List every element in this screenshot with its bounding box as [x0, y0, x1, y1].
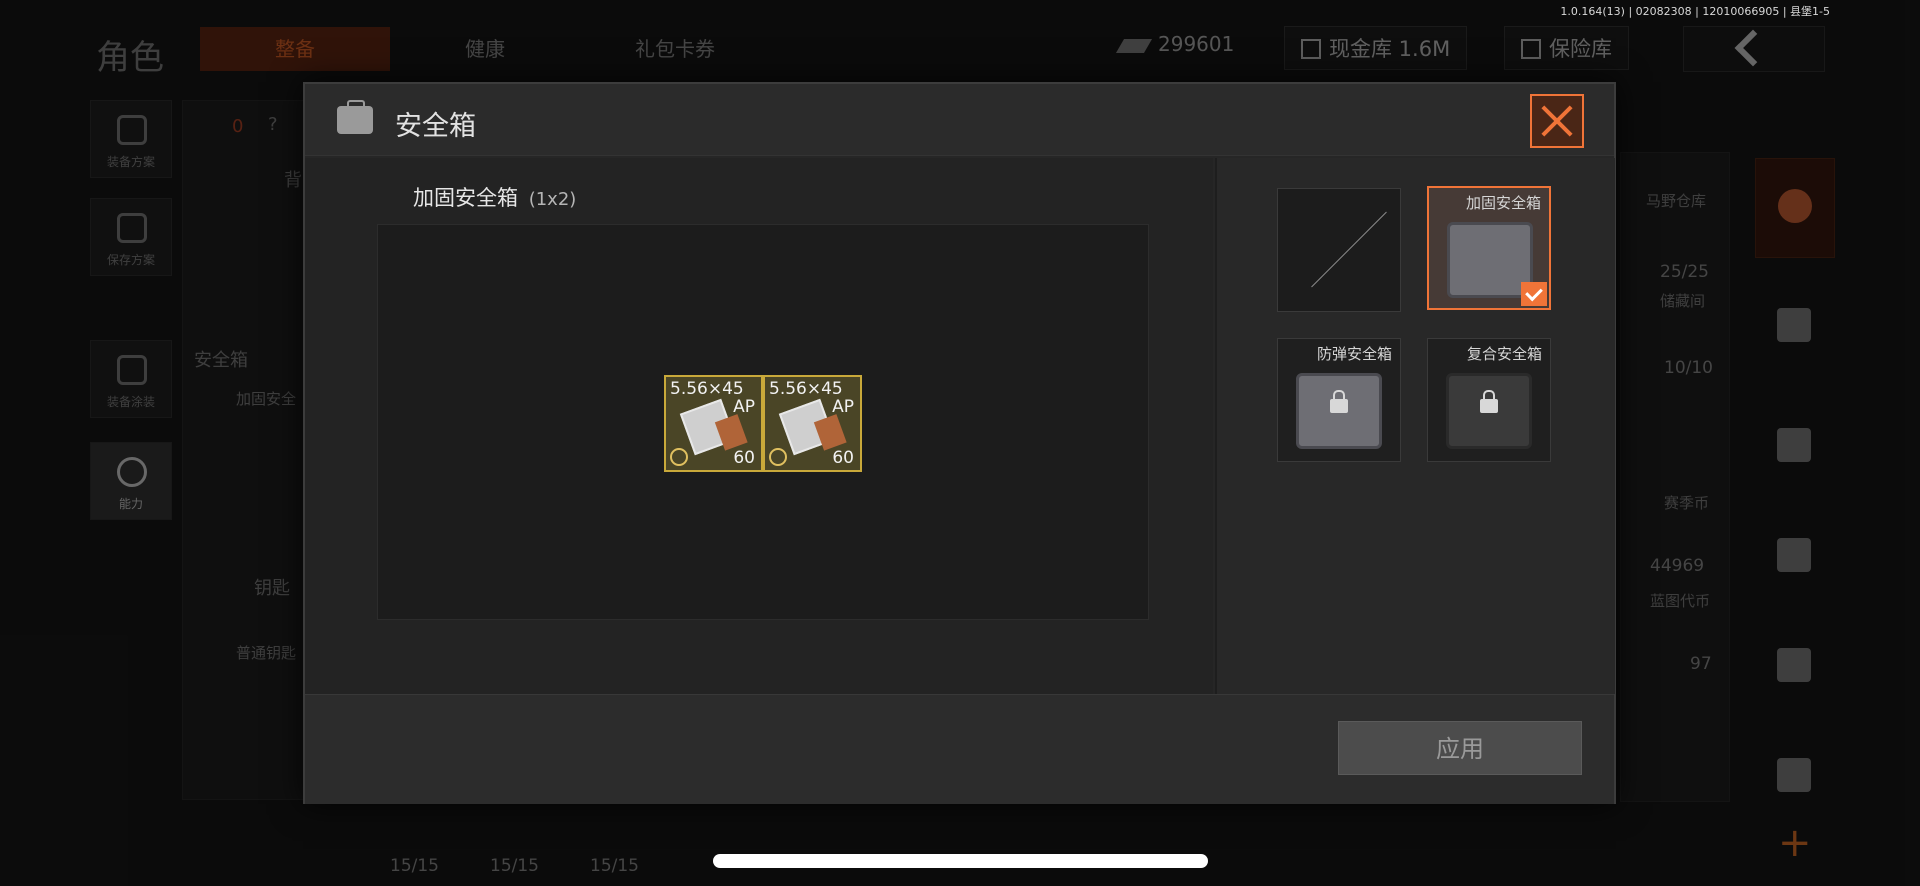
sidebar-item-skin[interactable]: 装备涂装	[90, 340, 172, 418]
check-icon	[1521, 282, 1547, 306]
category-attachment-icon[interactable]	[1755, 728, 1835, 828]
vault-icon	[1301, 39, 1321, 59]
safe-icon	[1521, 39, 1541, 59]
case-option-label: 防弹安全箱	[1316, 345, 1392, 363]
resource-count: 10/10	[1664, 358, 1713, 378]
safe-vault-button[interactable]: 保险库	[1504, 26, 1629, 70]
case-option-empty[interactable]	[1277, 188, 1401, 312]
category-grip-icon[interactable]	[1755, 618, 1835, 718]
resource-count: 25/25	[1660, 262, 1709, 282]
category-helmet-icon[interactable]	[1755, 278, 1835, 378]
normal-key-label: 普通钥匙	[236, 644, 297, 662]
tab-packs[interactable]: 礼包卡券	[580, 27, 770, 71]
briefcase-icon	[337, 100, 373, 134]
resource-name: 蓝图代币	[1650, 592, 1711, 610]
tab-equip[interactable]: 整备	[200, 27, 390, 71]
case-selector: 加固安全箱 防弹安全箱 复合安全箱	[1215, 158, 1615, 694]
lock-icon	[1330, 390, 1348, 413]
item-quantity: 60	[832, 448, 854, 468]
case-option-reinforced[interactable]: 加固安全箱	[1427, 186, 1551, 310]
download-icon	[117, 213, 147, 243]
dialog-footer: 应用	[305, 694, 1614, 804]
rarity-badge-icon	[670, 448, 688, 466]
tab-health[interactable]: 健康	[390, 27, 580, 71]
safe-box-item-label: 加固安全	[236, 390, 297, 408]
category-rifle-icon[interactable]	[1755, 398, 1835, 498]
ammo-item[interactable]: 5.56×45 AP 60	[664, 375, 763, 472]
item-caliber: 5.56×45	[670, 379, 744, 399]
sidebar-item-label: 装备涂装	[106, 395, 155, 409]
ammo-box-icon	[778, 398, 836, 456]
backpack-label: 背	[284, 170, 302, 191]
sidebar-item-label: 能力	[118, 497, 143, 511]
ammo-box-icon	[679, 398, 737, 456]
sidebar-item-ability[interactable]: 能力	[90, 442, 172, 520]
item-quantity: 60	[733, 448, 755, 468]
sidebar-item-loadout[interactable]: 装备方案	[90, 100, 172, 178]
resource-count: 44969	[1650, 556, 1705, 576]
home-indicator[interactable]	[713, 854, 1208, 868]
rarity-badge-icon	[769, 448, 787, 466]
case-option-label: 复合安全箱	[1466, 345, 1542, 363]
resource-count: 97	[1690, 654, 1712, 674]
dialog-title: 安全箱	[395, 111, 476, 142]
version-info: 1.0.164(13) | 02082308 | 12010066905 | 县…	[1560, 5, 1830, 18]
safe-box-label: 安全箱	[194, 350, 248, 371]
lock-icon	[1480, 390, 1498, 413]
add-icon[interactable]: +	[1778, 820, 1812, 866]
case-name: 加固安全箱	[413, 186, 518, 210]
key-count: 15/15	[390, 856, 439, 876]
cash-vault-button[interactable]: 现金库 1.6M	[1284, 26, 1468, 70]
sidebar-item-label: 保存方案	[106, 253, 155, 267]
category-bag-icon[interactable]	[1755, 158, 1835, 258]
case-option-composite[interactable]: 复合安全箱	[1427, 338, 1551, 462]
page-title: 角色	[96, 38, 164, 78]
item-caliber: 5.56×45	[769, 379, 843, 399]
right-resource-panel	[1620, 152, 1730, 802]
ammo-item[interactable]: 5.56×45 AP 60	[763, 375, 862, 472]
cash-vault-label: 现金库 1.6M	[1329, 37, 1451, 61]
case-title: 加固安全箱 (1x2)	[413, 182, 576, 212]
cash-icon	[1115, 38, 1153, 53]
case-option-bulletproof[interactable]: 防弹安全箱	[1277, 338, 1401, 462]
apply-button[interactable]: 应用	[1338, 721, 1582, 775]
money-amount: 299601	[1158, 32, 1235, 56]
top-bar: 角色 整备 健康 礼包卡券 299601 现金库 1.6M 保险库	[0, 22, 1920, 78]
backpack-icon	[117, 115, 147, 145]
resource-name: 马野仓库	[1646, 192, 1707, 210]
back-button[interactable]	[1683, 26, 1825, 72]
key-count: 15/15	[490, 856, 539, 876]
close-button[interactable]	[1530, 94, 1584, 148]
resource-name: 赛季币	[1664, 494, 1710, 512]
sidebar-item-label: 装备方案	[106, 155, 155, 169]
inventory-grid: 5.56×45 AP 60 5.56×45 AP 60	[377, 224, 1149, 620]
sidebar-item-save[interactable]: 保存方案	[90, 198, 172, 276]
case-option-label: 加固安全箱	[1465, 194, 1541, 212]
money-display: 299601	[1115, 32, 1235, 56]
case-size: (1x2)	[528, 189, 577, 210]
category-magazine-icon[interactable]	[1755, 508, 1835, 608]
safe-box-dialog: 安全箱 加固安全箱 (1x2) 5.56×45 AP 60 5.56×45 AP…	[303, 82, 1616, 804]
lightning-icon	[117, 457, 147, 487]
safe-vault-label: 保险库	[1549, 37, 1612, 61]
help-icon[interactable]: ?	[268, 114, 278, 135]
key-count: 15/15	[590, 856, 639, 876]
chevron-left-icon	[1734, 29, 1772, 67]
helmet-icon	[117, 355, 147, 385]
key-label: 钥匙	[254, 578, 290, 599]
resource-name: 储藏间	[1660, 292, 1706, 310]
backpack-counter: 0	[232, 116, 244, 137]
dialog-header: 安全箱	[305, 84, 1614, 156]
safe-box-contents: 加固安全箱 (1x2) 5.56×45 AP 60 5.56×45 AP 60	[305, 158, 1213, 694]
